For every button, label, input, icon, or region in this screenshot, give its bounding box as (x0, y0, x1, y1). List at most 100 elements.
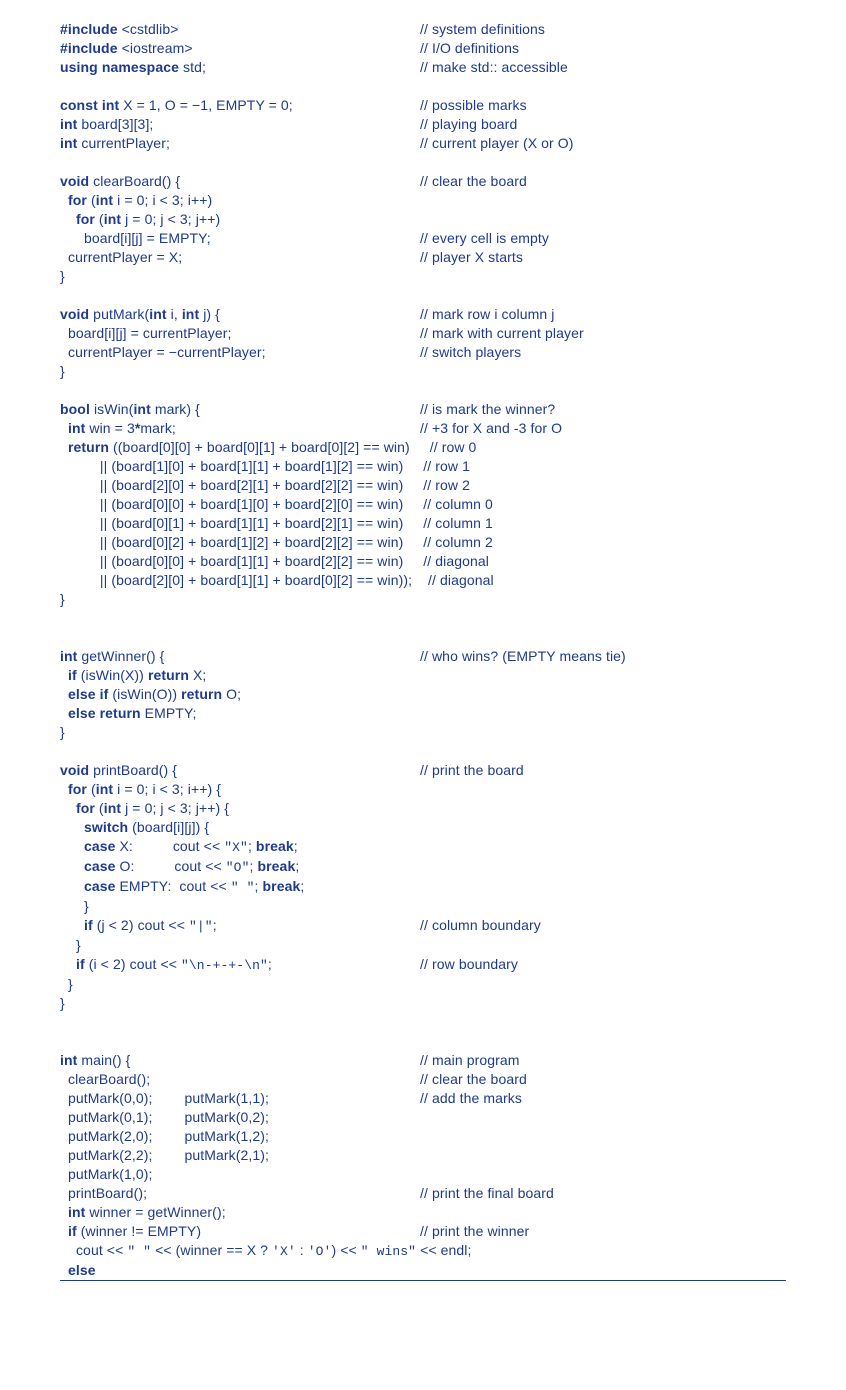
code-comment: // clear the board (420, 1070, 527, 1089)
code-line (60, 1032, 786, 1051)
code-text (60, 154, 64, 170)
code-line: #include <cstdlib>// system definitions (60, 20, 786, 39)
code-comment: // I/O definitions (420, 39, 519, 58)
code-text: board[i][j] = currentPlayer; (60, 325, 231, 341)
code-line: if (i < 2) cout << "\n-+-+-\n"; // row bo… (60, 955, 786, 975)
code-line: putMark(0,1); putMark(0,2); (60, 1108, 786, 1127)
code-text: || (board[0][0] + board[1][0] + board[2]… (60, 496, 493, 512)
code-text: using namespace std; (60, 59, 206, 75)
code-line: void printBoard() {// print the board (60, 761, 786, 780)
code-line: putMark(1,0); (60, 1165, 786, 1184)
code-text: putMark(0,0); putMark(1,1); (60, 1090, 269, 1106)
code-line: int board[3][3]; // playing board (60, 115, 786, 134)
code-text (60, 78, 64, 94)
code-line: || (board[2][0] + board[2][1] + board[2]… (60, 476, 786, 495)
code-text: } (60, 976, 73, 992)
code-line: || (board[1][0] + board[1][1] + board[1]… (60, 457, 786, 476)
code-line: if (j < 2) cout << "|"; // column boundar… (60, 916, 786, 936)
code-text: board[i][j] = EMPTY; (60, 230, 211, 246)
code-line: putMark(0,0); putMark(1,1);// add the ma… (60, 1089, 786, 1108)
code-line: else return EMPTY; (60, 704, 786, 723)
code-text: printBoard(); (60, 1185, 147, 1201)
code-text: const int X = 1, O = −1, EMPTY = 0; (60, 97, 293, 113)
code-text: int win = 3*mark; (60, 420, 176, 436)
code-text: || (board[0][1] + board[1][1] + board[2]… (60, 515, 493, 531)
code-text: } (60, 937, 81, 953)
code-line: } (60, 590, 786, 609)
code-comment: // row boundary (420, 955, 518, 974)
code-line: } (60, 994, 786, 1013)
code-text (60, 743, 64, 759)
code-text: if (i < 2) cout << "\n-+-+-\n"; (60, 956, 272, 972)
code-comment: // mark with current player (420, 324, 584, 343)
code-text: } (60, 898, 89, 914)
code-line (60, 286, 786, 305)
code-comment: // every cell is empty (420, 229, 549, 248)
code-text: clearBoard(); (60, 1071, 150, 1087)
code-text: else return EMPTY; (60, 705, 196, 721)
code-line: switch (board[i][j]) { (60, 818, 786, 837)
code-line: for (int j = 0; j < 3; j++) (60, 210, 786, 229)
code-line: } (60, 362, 786, 381)
code-line (60, 77, 786, 96)
code-line: board[i][j] = EMPTY; // every cell is emp… (60, 229, 786, 248)
code-comment: // possible marks (420, 96, 527, 115)
code-comment: // clear the board (420, 172, 527, 191)
code-text: || (board[0][0] + board[1][1] + board[2]… (60, 553, 489, 569)
code-line (60, 742, 786, 761)
code-text: int board[3][3]; (60, 116, 153, 132)
code-text (60, 1033, 64, 1049)
code-comment: // who wins? (EMPTY means tie) (420, 647, 626, 666)
code-line: board[i][j] = currentPlayer; // mark with… (60, 324, 786, 343)
code-text (60, 1014, 64, 1030)
code-text: int getWinner() { (60, 648, 164, 664)
code-line: || (board[2][0] + board[1][1] + board[0]… (60, 571, 786, 590)
code-text: } (60, 591, 65, 607)
code-line: #include <iostream>// I/O definitions (60, 39, 786, 58)
code-comment: // +3 for X and -3 for O (420, 419, 562, 438)
code-text: case X: cout << "X"; break; (60, 838, 298, 854)
code-text: currentPlayer = X; (60, 249, 182, 265)
code-text: || (board[0][2] + board[1][2] + board[2]… (60, 534, 493, 550)
code-line (60, 1013, 786, 1032)
code-text: void printBoard() { (60, 762, 177, 778)
code-line: if (isWin(X)) return X; (60, 666, 786, 685)
code-text: if (j < 2) cout << "|"; (60, 917, 217, 933)
code-comment: // system definitions (420, 20, 545, 39)
code-line: } (60, 267, 786, 286)
code-line: } (60, 723, 786, 742)
code-line: int main() {// main program (60, 1051, 786, 1070)
code-line: printBoard();// print the final board (60, 1184, 786, 1203)
code-text: for (int i = 0; i < 3; i++) (60, 192, 212, 208)
code-line: || (board[0][0] + board[1][0] + board[2]… (60, 495, 786, 514)
code-line: case X: cout << "X"; break; (60, 837, 786, 857)
code-line: int win = 3*mark; // +3 for X and -3 for … (60, 419, 786, 438)
code-line: const int X = 1, O = −1, EMPTY = 0; // po… (60, 96, 786, 115)
code-line: cout << " " << (winner == X ? 'X' : 'O')… (60, 1241, 786, 1261)
code-line: } (60, 936, 786, 955)
code-text: bool isWin(int mark) { (60, 401, 200, 417)
code-line: return ((board[0][0] + board[0][1] + boa… (60, 438, 786, 457)
code-line: using namespace std;// make std:: access… (60, 58, 786, 77)
code-text: currentPlayer = −currentPlayer; (60, 344, 266, 360)
code-line: currentPlayer = X;// player X starts (60, 248, 786, 267)
code-text (60, 610, 64, 626)
code-text: } (60, 724, 65, 740)
code-text: if (winner != EMPTY) (60, 1223, 201, 1239)
code-text: } (60, 363, 65, 379)
code-text: } (60, 995, 65, 1011)
code-text: putMark(0,1); putMark(0,2); (60, 1109, 269, 1125)
code-text: for (int j = 0; j < 3; j++) (60, 211, 220, 227)
code-text (60, 287, 64, 303)
code-line: else if (isWin(O)) return O; (60, 685, 786, 704)
code-text: || (board[2][0] + board[2][1] + board[2]… (60, 477, 470, 493)
code-comment: // playing board (420, 115, 517, 134)
code-text: || (board[1][0] + board[1][1] + board[1]… (60, 458, 470, 474)
code-line (60, 153, 786, 172)
code-line: || (board[0][1] + board[1][1] + board[2]… (60, 514, 786, 533)
code-text: return ((board[0][0] + board[0][1] + boa… (60, 439, 476, 455)
code-line: int getWinner() { // who wins? (EMPTY mea… (60, 647, 786, 666)
code-comment: // column boundary (420, 916, 541, 935)
code-text: for (int j = 0; j < 3; j++) { (60, 800, 229, 816)
code-text: int currentPlayer; (60, 135, 170, 151)
